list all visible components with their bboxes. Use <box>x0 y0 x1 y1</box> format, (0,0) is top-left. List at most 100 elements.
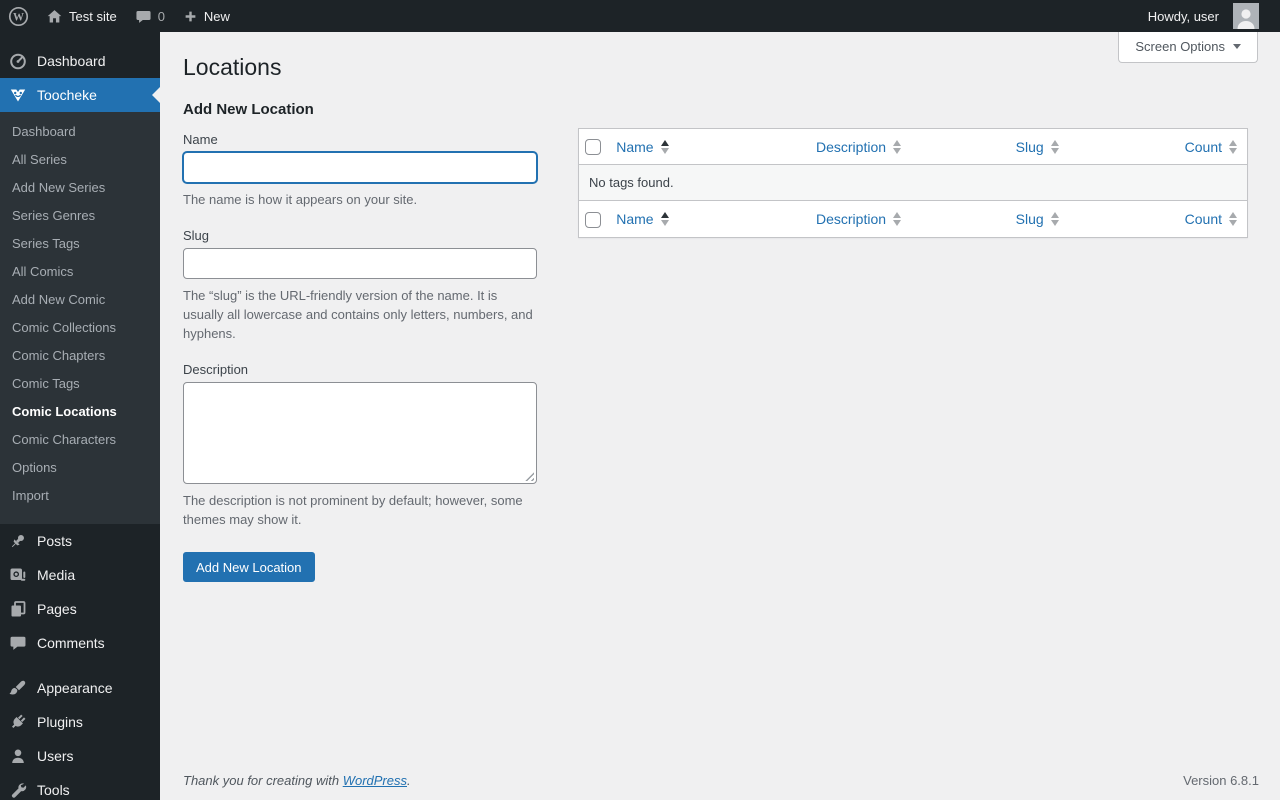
footer-thanks: Thank you for creating with WordPress. <box>183 773 411 788</box>
locations-table-container: Name Description Slug Count No tags foun… <box>578 128 1248 238</box>
sort-indicator-icon <box>1229 211 1237 226</box>
locations-table: Name Description Slug Count No tags foun… <box>578 128 1248 238</box>
wordpress-logo-menu[interactable]: W <box>0 0 37 32</box>
submenu-item-add-new-series[interactable]: Add New Series <box>0 174 160 202</box>
comment-bubble-icon <box>135 8 152 25</box>
comment-count: 0 <box>157 8 165 24</box>
toocheke-submenu: Dashboard All Series Add New Series Seri… <box>0 112 160 524</box>
admin-bar-comments[interactable]: 0 <box>126 0 174 32</box>
sort-indicator-icon <box>1050 211 1059 226</box>
submenu-item-comic-tags[interactable]: Comic Tags <box>0 370 160 398</box>
sidebar-item-label: Toocheke <box>37 87 97 103</box>
add-new-location-heading: Add New Location <box>183 101 314 118</box>
sort-indicator-icon <box>893 139 902 154</box>
menu-separator <box>0 660 160 671</box>
sort-indicator-icon <box>1229 139 1237 154</box>
dashboard-icon <box>8 51 28 71</box>
submenu-item-import[interactable]: Import <box>0 482 160 510</box>
sort-indicator-icon <box>1050 139 1059 154</box>
media-icon <box>8 565 28 585</box>
sidebar-item-toocheke[interactable]: Toocheke <box>0 78 160 112</box>
submenu-item-all-series[interactable]: All Series <box>0 146 160 174</box>
home-icon <box>46 8 63 25</box>
name-label: Name <box>183 132 218 147</box>
sort-by-slug-header[interactable]: Slug <box>1016 139 1059 155</box>
name-help-text: The name is how it appears on your site. <box>183 192 418 207</box>
select-all-checkbox[interactable] <box>585 139 601 156</box>
sidebar-item-label: Users <box>37 748 74 764</box>
wordpress-link[interactable]: WordPress <box>343 773 407 788</box>
sort-by-count-header[interactable]: Count <box>1185 139 1237 155</box>
screen-options-button[interactable]: Screen Options <box>1118 32 1258 63</box>
submenu-item-series-tags[interactable]: Series Tags <box>0 230 160 258</box>
submenu-item-comic-collections[interactable]: Comic Collections <box>0 314 160 342</box>
description-textarea[interactable] <box>183 382 537 484</box>
sidebar-item-posts[interactable]: Posts <box>0 524 160 558</box>
sidebar-item-appearance[interactable]: Appearance <box>0 671 160 705</box>
sidebar-item-pages[interactable]: Pages <box>0 592 160 626</box>
sidebar-item-label: Posts <box>37 533 73 549</box>
name-input[interactable] <box>183 152 537 183</box>
admin-bar-new[interactable]: New <box>174 0 239 32</box>
screen-options-label: Screen Options <box>1135 39 1225 54</box>
sidebar-item-dashboard[interactable]: Dashboard <box>0 44 160 78</box>
sidebar-item-label: Comments <box>37 635 105 651</box>
sort-by-description-header[interactable]: Description <box>816 211 902 227</box>
svg-text:W: W <box>13 11 24 23</box>
submenu-item-all-comics[interactable]: All Comics <box>0 258 160 286</box>
site-name-label: Test site <box>69 8 117 24</box>
sort-by-name-header[interactable]: Name <box>616 211 669 227</box>
sidebar-item-label: Dashboard <box>37 53 106 69</box>
submenu-item-comic-locations[interactable]: Comic Locations <box>0 398 160 426</box>
plus-icon <box>183 9 198 24</box>
admin-bar-site-name[interactable]: Test site <box>37 0 126 32</box>
sidebar-item-users[interactable]: Users <box>0 739 160 773</box>
chevron-down-icon <box>1233 44 1241 49</box>
wrench-icon <box>8 780 28 800</box>
wordpress-logo-icon: W <box>8 6 29 27</box>
admin-bar-my-account[interactable]: Howdy, user <box>1139 0 1268 32</box>
add-new-location-button[interactable]: Add New Location <box>183 552 315 582</box>
submenu-item-comic-characters[interactable]: Comic Characters <box>0 426 160 454</box>
new-label: New <box>203 8 230 24</box>
slug-label: Slug <box>183 228 210 243</box>
plugin-icon <box>8 712 28 732</box>
slug-input[interactable] <box>183 248 537 279</box>
howdy-label: Howdy, user <box>1147 8 1219 24</box>
submenu-item-add-new-comic[interactable]: Add New Comic <box>0 286 160 314</box>
sort-indicator-icon <box>660 139 669 154</box>
add-location-form: Name The name is how it appears on your … <box>183 128 537 582</box>
page-title: Locations <box>183 54 282 80</box>
sidebar-item-label: Appearance <box>37 680 113 696</box>
sort-indicator-icon <box>660 211 669 226</box>
no-tags-message: No tags found. <box>578 164 1248 201</box>
select-all-checkbox[interactable] <box>585 211 601 228</box>
description-label: Description <box>183 362 249 377</box>
sort-by-name-header[interactable]: Name <box>616 139 669 155</box>
admin-sidebar: Dashboard Toocheke Dashboard All Series … <box>0 32 160 800</box>
table-header-row: Name Description Slug Count <box>578 128 1248 166</box>
empty-table-row: No tags found. <box>578 164 1248 201</box>
sidebar-item-media[interactable]: Media <box>0 558 160 592</box>
admin-bar: W Test site 0 New Howdy, user <box>0 0 1280 32</box>
footer-version: Version 6.8.1 <box>1183 773 1259 788</box>
submenu-item-dashboard[interactable]: Dashboard <box>0 118 160 146</box>
description-help-text: The description is not prominent by defa… <box>183 493 523 527</box>
admin-footer: Thank you for creating with WordPress. V… <box>183 773 1259 788</box>
sort-by-description-header[interactable]: Description <box>816 139 902 155</box>
submenu-item-comic-chapters[interactable]: Comic Chapters <box>0 342 160 370</box>
submenu-item-series-genres[interactable]: Series Genres <box>0 202 160 230</box>
user-icon <box>8 746 28 766</box>
sort-by-count-header[interactable]: Count <box>1185 211 1237 227</box>
sidebar-item-tools[interactable]: Tools <box>0 773 160 800</box>
submenu-item-options[interactable]: Options <box>0 454 160 482</box>
sidebar-item-label: Plugins <box>37 714 83 730</box>
comments-icon <box>8 633 28 653</box>
avatar[interactable] <box>1233 3 1259 29</box>
sidebar-item-comments[interactable]: Comments <box>0 626 160 660</box>
sort-by-slug-header[interactable]: Slug <box>1016 211 1059 227</box>
sidebar-item-label: Tools <box>37 782 70 798</box>
table-footer-row: Name Description Slug Count <box>578 200 1248 238</box>
sidebar-item-label: Media <box>37 567 76 583</box>
sidebar-item-plugins[interactable]: Plugins <box>0 705 160 739</box>
